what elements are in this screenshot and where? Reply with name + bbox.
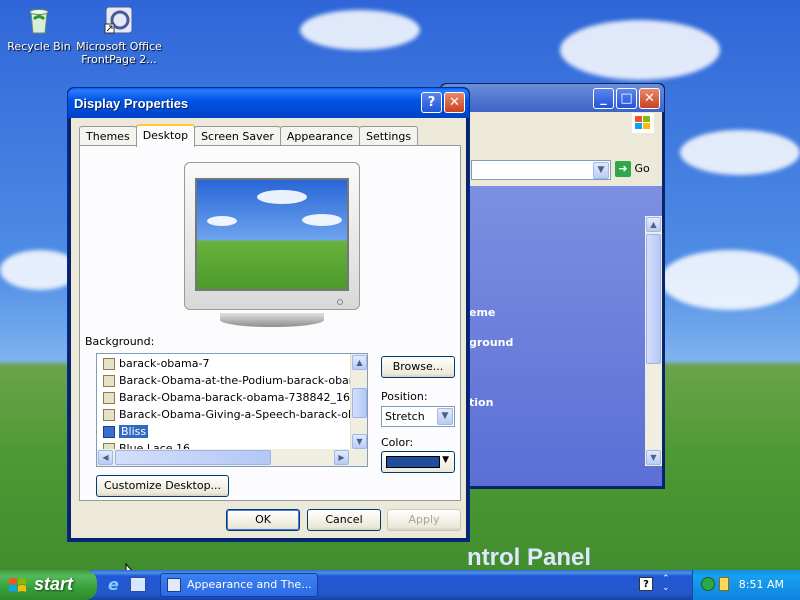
bitmap-file-icon	[103, 426, 115, 438]
network-icon[interactable]	[701, 577, 715, 591]
image-file-icon	[103, 358, 115, 370]
help-button[interactable]: ?	[421, 92, 442, 113]
scroll-thumb[interactable]	[115, 450, 271, 465]
wallpaper-preview	[195, 178, 349, 291]
volume-icon[interactable]	[719, 577, 729, 591]
scroll-thumb[interactable]	[352, 388, 367, 418]
help-tray-icon[interactable]: ?	[639, 577, 653, 591]
dialog-title: Display Properties	[74, 96, 189, 111]
control-panel-window[interactable]: _ □ ✕ ▼ ➜ Go eme ground tion ntrol Panel…	[440, 83, 665, 571]
display-properties-dialog[interactable]: Display Properties ? ✕ Themes Desktop Sc…	[67, 87, 470, 542]
control-panel-content: eme ground tion ntrol Panel ▲ ▼	[443, 186, 662, 571]
tab-themes[interactable]: Themes	[79, 126, 137, 146]
scrollbar[interactable]: ▲ ▼	[645, 216, 662, 466]
toolbar	[443, 134, 662, 156]
apply-button[interactable]: Apply	[387, 509, 461, 531]
address-input[interactable]: ▼	[471, 160, 611, 180]
control-panel-heading: ntrol Panel	[467, 544, 592, 571]
task-link[interactable]: tion	[469, 396, 493, 409]
start-button[interactable]: start	[0, 570, 97, 600]
cancel-button[interactable]: Cancel	[307, 509, 381, 531]
image-file-icon	[103, 375, 115, 387]
desktop-icon-recycle-bin[interactable]: Recycle Bin	[0, 4, 84, 53]
system-tray: 8:51 AM	[692, 570, 800, 600]
dropdown-arrow-icon: ▼	[442, 455, 449, 465]
frontpage-icon	[103, 4, 135, 36]
address-bar: ▼ ➜ Go	[443, 156, 662, 186]
quick-launch: e	[104, 575, 152, 595]
power-led-icon	[337, 299, 343, 305]
task-link[interactable]: ground	[469, 336, 513, 349]
position-select[interactable]: Stretch ▼	[381, 406, 455, 427]
scroll-up-icon[interactable]: ▲	[352, 355, 367, 370]
control-panel-titlebar[interactable]: _ □ ✕	[441, 84, 664, 112]
image-file-icon	[103, 409, 115, 421]
task-link[interactable]: eme	[469, 306, 495, 319]
tab-settings[interactable]: Settings	[358, 126, 419, 146]
customize-desktop-button[interactable]: Customize Desktop...	[96, 475, 229, 497]
ok-button[interactable]: OK	[226, 509, 300, 531]
tab-strip: Themes Desktop Screen Saver Appearance S…	[79, 124, 419, 147]
tab-desktop[interactable]: Desktop	[135, 124, 196, 147]
control-panel-icon	[167, 578, 181, 592]
image-file-icon	[103, 392, 115, 404]
maximize-button[interactable]: □	[616, 88, 637, 109]
background-listbox[interactable]: barack-obama-7 Barack-Obama-at-the-Podiu…	[96, 353, 368, 467]
windows-logo-icon	[8, 576, 28, 594]
scroll-right-icon[interactable]: ▶	[334, 450, 349, 465]
menu-bar	[443, 112, 662, 134]
desktop-icon-label: Microsoft Office FrontPage 2...	[76, 40, 162, 66]
desktop-icon-label: Recycle Bin	[7, 40, 71, 53]
tab-screen-saver[interactable]: Screen Saver	[194, 126, 281, 146]
windows-logo-icon	[632, 113, 654, 133]
close-button[interactable]: ✕	[639, 88, 660, 109]
desktop-tab-panel: Background: barack-obama-7 Barack-Obama-…	[79, 145, 461, 501]
color-label: Color:	[381, 436, 414, 449]
start-label: start	[34, 574, 74, 594]
color-picker-button[interactable]: ▼	[381, 451, 455, 473]
clock[interactable]: 8:51 AM	[739, 578, 784, 591]
position-label: Position:	[381, 390, 428, 403]
taskbar: start e Appearance and The... ? ⌃ ⌄ 8:51 …	[0, 570, 800, 600]
position-value: Stretch	[385, 410, 425, 423]
color-swatch	[386, 456, 440, 468]
taskbar-item-appearance[interactable]: Appearance and The...	[160, 573, 318, 597]
internet-explorer-icon[interactable]: e	[108, 575, 119, 594]
show-desktop-icon[interactable]	[130, 577, 146, 592]
list-item[interactable]: Barack-Obama-at-the-Podium-barack-obama-…	[99, 373, 367, 389]
close-button[interactable]: ✕	[444, 92, 465, 113]
vertical-scrollbar[interactable]: ▲ ▼	[350, 354, 367, 450]
taskbar-item-label: Appearance and The...	[187, 578, 312, 591]
go-arrow-icon: ➜	[615, 161, 631, 177]
go-button[interactable]: ➜ Go	[615, 161, 655, 180]
chevron-down-icon[interactable]: ▼	[593, 162, 609, 179]
browse-button[interactable]: Browse...	[381, 356, 455, 378]
chevron-down-icon[interactable]: ▼	[437, 408, 453, 425]
recycle-bin-icon	[23, 4, 55, 36]
tray-expand-icon[interactable]: ⌃ ⌄	[662, 575, 670, 593]
background-label: Background:	[85, 335, 155, 348]
minimize-button[interactable]: _	[593, 88, 614, 109]
horizontal-scrollbar[interactable]: ◀ ▶	[97, 449, 367, 466]
scroll-down-icon[interactable]: ▼	[352, 434, 367, 449]
scroll-left-icon[interactable]: ◀	[98, 450, 113, 465]
monitor-stand	[220, 313, 324, 327]
monitor-preview	[184, 162, 360, 310]
list-item-selected[interactable]: Bliss	[99, 424, 149, 440]
go-label: Go	[634, 162, 650, 175]
list-item[interactable]: Barack-Obama-barack-obama-738842_1600_12	[99, 390, 367, 406]
list-item[interactable]: Barack-Obama-Giving-a-Speech-barack-obam…	[99, 407, 367, 423]
dialog-body: Themes Desktop Screen Saver Appearance S…	[71, 118, 466, 538]
list-item[interactable]: barack-obama-7	[99, 356, 209, 372]
desktop-icon-frontpage[interactable]: Microsoft Office FrontPage 2...	[74, 4, 164, 66]
tab-appearance[interactable]: Appearance	[279, 126, 360, 146]
dialog-titlebar[interactable]: Display Properties ? ✕	[68, 88, 469, 118]
